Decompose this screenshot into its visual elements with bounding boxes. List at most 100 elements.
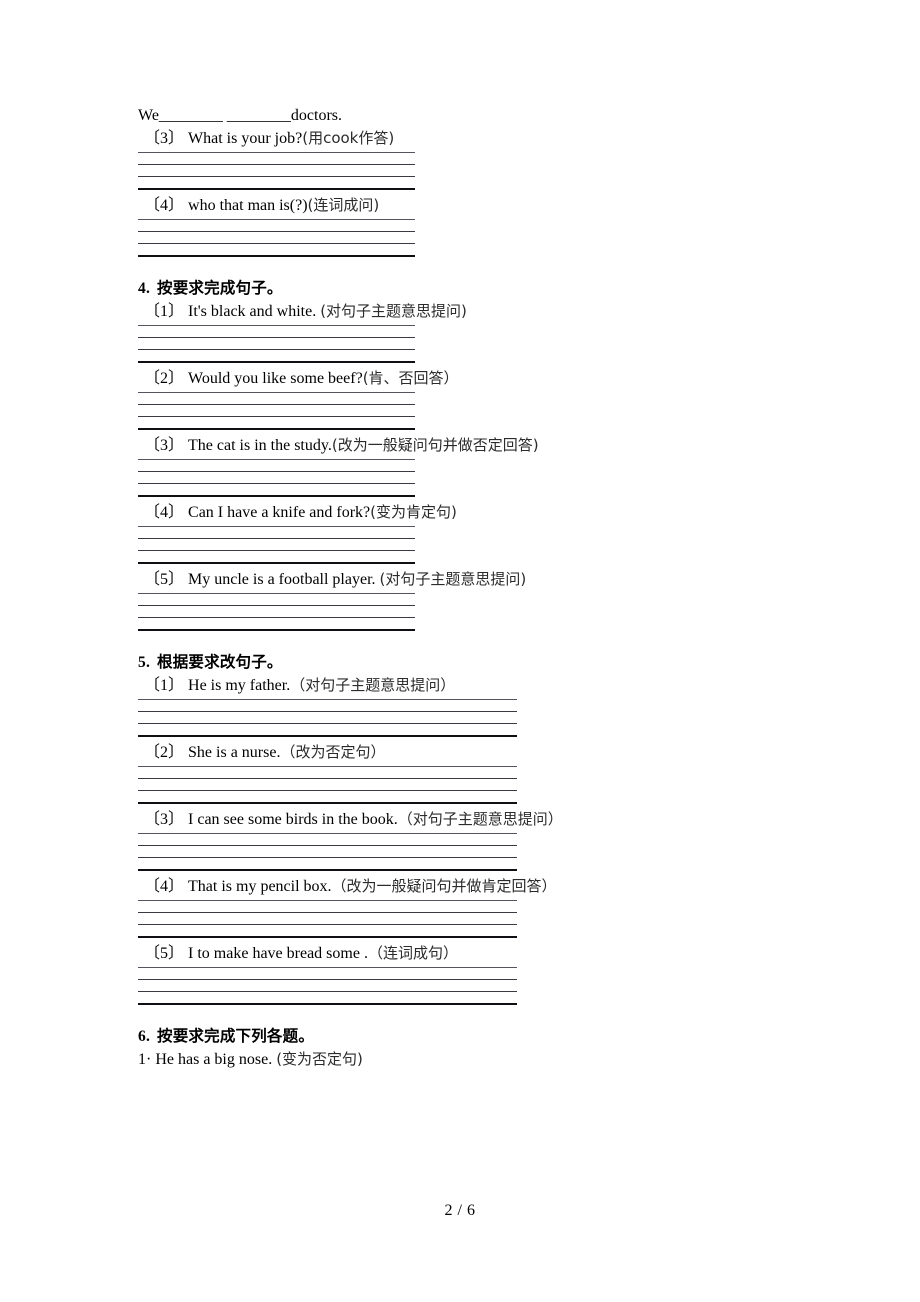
question-marker: 〔1〕 bbox=[144, 677, 185, 694]
answer-rule-group[interactable] bbox=[138, 593, 415, 631]
question-text-en: What is your job? bbox=[188, 130, 303, 147]
answer-rule[interactable] bbox=[138, 152, 415, 153]
answer-rule[interactable] bbox=[138, 869, 517, 871]
answer-rule[interactable] bbox=[138, 991, 517, 992]
question-marker: 〔4〕 bbox=[144, 878, 185, 895]
answer-rule[interactable] bbox=[138, 325, 415, 326]
section-number: 4. bbox=[138, 280, 151, 297]
answer-rule-group[interactable] bbox=[138, 392, 415, 430]
answer-rule[interactable] bbox=[138, 857, 517, 858]
question-text-en: It's black and white. bbox=[188, 303, 321, 320]
answer-rule-group[interactable] bbox=[138, 766, 517, 804]
fill-in-the-blank-line: We________ ________doctors. bbox=[138, 107, 343, 124]
answer-rule[interactable] bbox=[138, 790, 517, 791]
page-footer: 2 / 6 bbox=[0, 1202, 920, 1220]
answer-rule[interactable] bbox=[138, 593, 415, 594]
answer-rule-group[interactable] bbox=[138, 699, 517, 737]
answer-rule[interactable] bbox=[138, 495, 415, 497]
question-marker: 〔1〕 bbox=[144, 303, 185, 320]
answer-rule-group[interactable] bbox=[138, 152, 415, 190]
answer-rule[interactable] bbox=[138, 979, 517, 980]
answer-rule-group[interactable] bbox=[138, 967, 517, 1005]
question-item: 1· He has a big nose. (变为否定句) bbox=[138, 1048, 838, 1071]
answer-rule[interactable] bbox=[138, 605, 415, 606]
answer-rule-group[interactable] bbox=[138, 833, 517, 871]
question-marker: 〔3〕 bbox=[144, 437, 185, 454]
answer-rule[interactable] bbox=[138, 471, 415, 472]
answer-rule-group[interactable] bbox=[138, 526, 415, 564]
answer-rule[interactable] bbox=[138, 337, 415, 338]
answer-rule[interactable] bbox=[138, 428, 415, 430]
answer-rule[interactable] bbox=[138, 711, 517, 712]
answer-rule[interactable] bbox=[138, 766, 517, 767]
answer-rule[interactable] bbox=[138, 833, 517, 834]
question-instruction-cn: （改为一般疑问句并做肯定回答） bbox=[331, 877, 557, 895]
answer-rule-group[interactable] bbox=[138, 219, 415, 257]
question-text-en: My uncle is a football player. bbox=[188, 571, 380, 588]
question-text-en: The cat is in the study. bbox=[188, 437, 332, 454]
answer-rule[interactable] bbox=[138, 924, 517, 925]
question-item: 〔2〕 Would you like some beef?(肯、否回答） bbox=[138, 367, 838, 390]
answer-rule[interactable] bbox=[138, 900, 517, 901]
question-text-en: He has a big nose. bbox=[155, 1051, 277, 1068]
question-marker: 1· bbox=[138, 1051, 152, 1068]
answer-rule[interactable] bbox=[138, 562, 415, 564]
section-title: 根据要求改句子。 bbox=[157, 654, 283, 671]
answer-rule[interactable] bbox=[138, 778, 517, 779]
answer-rule[interactable] bbox=[138, 1003, 517, 1005]
answer-rule[interactable] bbox=[138, 526, 415, 527]
answer-rule[interactable] bbox=[138, 802, 517, 804]
question-item: 〔1〕 He is my father.（对句子主题意思提问） bbox=[138, 674, 838, 697]
answer-rule[interactable] bbox=[138, 392, 415, 393]
answer-rule[interactable] bbox=[138, 735, 517, 737]
answer-rule[interactable] bbox=[138, 349, 415, 350]
question-item: 〔2〕 She is a nurse.（改为否定句） bbox=[138, 741, 838, 764]
question-marker: 〔5〕 bbox=[144, 571, 185, 588]
answer-rule[interactable] bbox=[138, 404, 415, 405]
answer-rule[interactable] bbox=[138, 164, 415, 165]
answer-rule[interactable] bbox=[138, 845, 517, 846]
question-instruction-cn: （连词成句） bbox=[367, 944, 458, 962]
question-marker: 〔3〕 bbox=[144, 130, 185, 147]
section-number: 6. bbox=[138, 1028, 151, 1045]
answer-rule[interactable] bbox=[138, 459, 415, 460]
answer-rule[interactable] bbox=[138, 617, 415, 618]
answer-rule-group[interactable] bbox=[138, 900, 517, 938]
question-text-en: Can I have a knife and fork? bbox=[188, 504, 371, 521]
section-title: 按要求完成下列各题。 bbox=[157, 1028, 315, 1045]
answer-rule[interactable] bbox=[138, 255, 415, 257]
question-text-en: I to make have bread some . bbox=[188, 945, 368, 962]
question-marker: 〔3〕 bbox=[144, 811, 185, 828]
section-6: 6. 按要求完成下列各题。 1· He has a big nose. (变为否定句… bbox=[138, 1026, 838, 1071]
answer-rule[interactable] bbox=[138, 188, 415, 190]
answer-rule[interactable] bbox=[138, 219, 415, 220]
answer-rule-group[interactable] bbox=[138, 325, 415, 363]
answer-rule[interactable] bbox=[138, 243, 415, 244]
answer-rule[interactable] bbox=[138, 176, 415, 177]
answer-rule[interactable] bbox=[138, 699, 517, 700]
answer-rule[interactable] bbox=[138, 912, 517, 913]
answer-rule[interactable] bbox=[138, 723, 517, 724]
question-text-en: I can see some birds in the book. bbox=[188, 811, 398, 828]
answer-rule[interactable] bbox=[138, 550, 415, 551]
answer-rule[interactable] bbox=[138, 629, 415, 631]
answer-rule[interactable] bbox=[138, 936, 517, 938]
answer-rule[interactable] bbox=[138, 967, 517, 968]
section-heading: 5. 根据要求改句子。 bbox=[138, 652, 838, 674]
question-item: 〔4〕 who that man is(?)(连词成问) bbox=[138, 194, 838, 217]
answer-rule-group[interactable] bbox=[138, 459, 415, 497]
answer-rule[interactable] bbox=[138, 483, 415, 484]
question-marker: 〔4〕 bbox=[144, 504, 185, 521]
question-text-en: He is my father. bbox=[188, 677, 291, 694]
question-item: 〔5〕 My uncle is a football player. (对句子主题… bbox=[138, 568, 838, 591]
answer-rule[interactable] bbox=[138, 231, 415, 232]
question-item: 〔4〕 Can I have a knife and fork?(变为肯定句) bbox=[138, 501, 838, 524]
question-instruction-cn: （改为否定句） bbox=[280, 743, 386, 761]
answer-rule[interactable] bbox=[138, 361, 415, 363]
question-instruction-cn: (对句子主题意思提问) bbox=[320, 302, 467, 320]
answer-rule[interactable] bbox=[138, 416, 415, 417]
answer-rule[interactable] bbox=[138, 538, 415, 539]
question-instruction-cn: (变为否定句) bbox=[276, 1050, 363, 1068]
